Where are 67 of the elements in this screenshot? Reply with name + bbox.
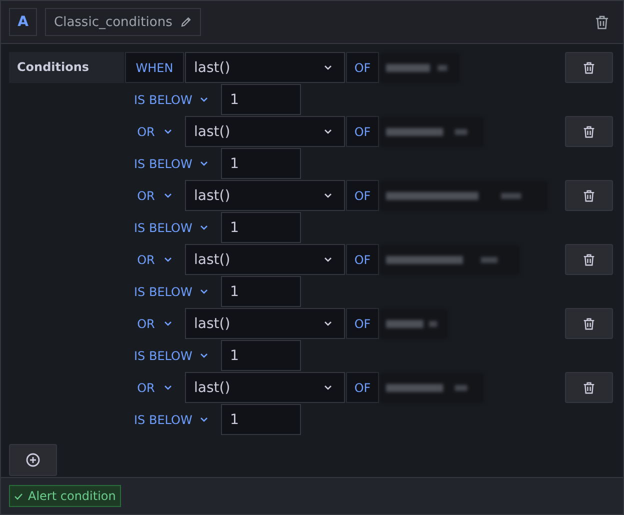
pencil-icon — [180, 16, 192, 28]
delete-button[interactable] — [565, 308, 613, 339]
chevron-down-icon — [324, 257, 332, 262]
trash-icon — [583, 316, 595, 330]
evaluator-dropdown[interactable]: IS BELOW — [125, 404, 220, 435]
evaluator-dropdown[interactable]: IS BELOW — [125, 276, 220, 307]
of-label: OF — [346, 308, 379, 339]
reducer-select[interactable]: last() — [185, 244, 345, 275]
threshold-input[interactable]: 1 — [221, 340, 301, 371]
chevron-down-icon — [200, 97, 208, 102]
chevron-down-icon — [200, 417, 208, 422]
delete-button[interactable] — [565, 52, 613, 83]
delete-button[interactable] — [565, 244, 613, 275]
reducer-select[interactable]: last() — [185, 308, 345, 339]
query-name-field[interactable]: Classic_conditions — [45, 8, 202, 36]
chevron-down-icon — [324, 321, 332, 326]
section-label: Conditions — [9, 52, 124, 83]
of-label: OF — [346, 52, 379, 83]
add-condition-button[interactable] — [9, 444, 57, 476]
plus-circle-icon — [26, 453, 40, 467]
trash-icon — [583, 252, 595, 266]
chevron-down-icon — [164, 193, 172, 198]
operator-dropdown[interactable]: OR — [125, 308, 184, 339]
query-ref-label: A — [9, 8, 37, 36]
evaluator-dropdown[interactable]: IS BELOW — [125, 340, 220, 371]
operator-dropdown[interactable]: OR — [125, 244, 184, 275]
threshold-input[interactable]: 1 — [221, 148, 301, 179]
reducer-select[interactable]: last() — [185, 116, 345, 147]
operator-dropdown[interactable]: OR — [125, 180, 184, 211]
chevron-down-icon — [164, 385, 172, 390]
alert-condition-badge: Alert condition — [9, 485, 121, 507]
delete-button[interactable] — [565, 180, 613, 211]
of-label: OF — [346, 372, 379, 403]
reducer-select[interactable]: last() — [185, 180, 345, 211]
chevron-down-icon — [164, 321, 172, 326]
chevron-down-icon — [164, 257, 172, 262]
chevron-down-icon — [324, 385, 332, 390]
chevron-down-icon — [200, 161, 208, 166]
of-label: OF — [346, 116, 379, 147]
threshold-input[interactable]: 1 — [221, 212, 301, 243]
trash-icon — [583, 380, 595, 394]
trash-icon — [583, 124, 595, 138]
chevron-down-icon — [164, 129, 172, 134]
operator-label: WHEN — [125, 52, 184, 83]
evaluator-dropdown[interactable]: IS BELOW — [125, 84, 220, 115]
trash-icon — [583, 188, 595, 202]
threshold-input[interactable]: 1 — [221, 84, 301, 115]
chevron-down-icon — [324, 65, 332, 70]
reducer-select[interactable]: last() — [185, 52, 345, 83]
of-label: OF — [346, 180, 379, 211]
operator-dropdown[interactable]: OR — [125, 372, 184, 403]
operator-dropdown[interactable]: OR — [125, 116, 184, 147]
chevron-down-icon — [200, 353, 208, 358]
threshold-input[interactable]: 1 — [221, 404, 301, 435]
chevron-down-icon — [324, 129, 332, 134]
of-label: OF — [346, 244, 379, 275]
chevron-down-icon — [324, 193, 332, 198]
reducer-select[interactable]: last() — [185, 372, 345, 403]
chevron-down-icon — [200, 289, 208, 294]
trash-icon — [583, 60, 595, 74]
delete-button[interactable] — [565, 116, 613, 147]
delete-button[interactable] — [565, 372, 613, 403]
evaluator-dropdown[interactable]: IS BELOW — [125, 148, 220, 179]
evaluator-dropdown[interactable]: IS BELOW — [125, 212, 220, 243]
delete-icon[interactable] — [595, 14, 609, 30]
chevron-down-icon — [200, 225, 208, 230]
threshold-input[interactable]: 1 — [221, 276, 301, 307]
